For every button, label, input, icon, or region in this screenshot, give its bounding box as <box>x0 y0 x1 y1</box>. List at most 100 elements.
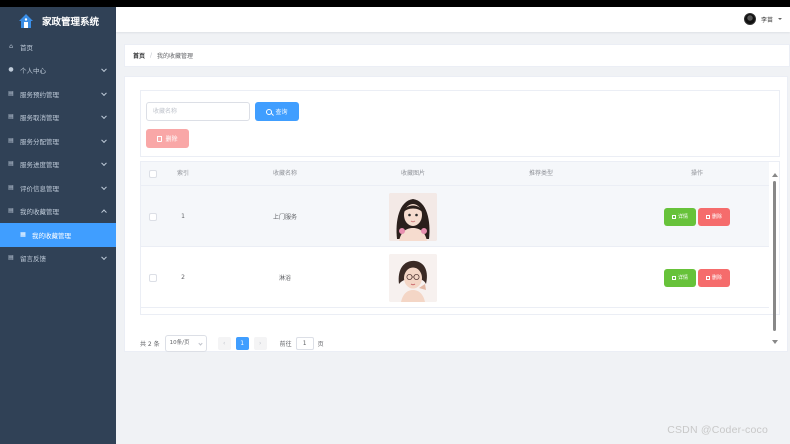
menu-icon: ▤ <box>8 183 14 191</box>
favorite-name-search-input[interactable]: 收藏名称 <box>146 102 250 121</box>
search-button[interactable]: 查询 <box>255 102 299 121</box>
table-row[interactable]: 2 淋浴 详情 删除 <box>141 247 769 308</box>
detail-button[interactable]: 详情 <box>664 207 696 226</box>
house-logo-icon <box>18 13 34 29</box>
chevron-up-icon <box>101 209 107 216</box>
scroll-up-arrow-icon[interactable] <box>772 173 778 177</box>
pagination-total: 共 2 条 <box>140 340 160 348</box>
prev-page-button[interactable]: ‹ <box>217 336 231 350</box>
column-header-image: 收藏图片 <box>400 170 425 177</box>
cell-type <box>497 247 585 308</box>
sidebar-item-service-progress[interactable]: ▤ 服务进度管理 <box>0 153 116 177</box>
search-button-label: 查询 <box>275 109 288 116</box>
document-icon: ▦ <box>20 230 26 238</box>
breadcrumb-home[interactable]: 首页 <box>133 51 145 60</box>
row-checkbox-cell[interactable] <box>145 247 161 308</box>
sidebar-subitem-my-favorites[interactable]: ▦ 我的收藏管理 <box>0 223 116 247</box>
sidebar-item-label: 服务分配管理 <box>20 137 59 146</box>
select-all-checkbox[interactable] <box>145 162 161 186</box>
sidebar-item-label: 服务取消管理 <box>20 114 59 123</box>
app-window: 家政管理系统 ⌂ 首页 ● 个人中心 ▤ 服务预约管理 ▤ 服务取消管理 ▤ 服… <box>0 7 790 444</box>
breadcrumb-current: 我的收藏管理 <box>157 53 194 60</box>
sidebar-item-service-booking[interactable]: ▤ 服务预约管理 <box>0 82 116 106</box>
cell-index: 1 <box>181 213 185 220</box>
brand: 家政管理系统 <box>0 7 116 35</box>
sidebar-item-label: 留言反馈 <box>20 255 46 264</box>
user-menu[interactable]: 李苗 <box>743 13 782 25</box>
page-jump: 前往 1 页 <box>279 336 324 350</box>
pagination: 共 2 条 10条/页 ‹ 1 › 前往 1 页 <box>140 333 324 353</box>
scroll-down-arrow-icon[interactable] <box>772 340 778 344</box>
avatar[interactable] <box>743 13 756 25</box>
checkbox[interactable] <box>149 170 157 178</box>
sidebar-item-label: 我的收藏管理 <box>20 208 59 217</box>
checkbox[interactable] <box>149 273 157 282</box>
submenu-favorites: ▦ 我的收藏管理 <box>0 223 116 247</box>
document-icon <box>671 275 676 280</box>
favorite-thumbnail <box>389 192 437 241</box>
batch-delete-label: 删除 <box>165 136 178 143</box>
username[interactable]: 李苗 <box>761 15 773 24</box>
breadcrumb-separator: / <box>150 52 153 59</box>
caret-down-icon[interactable] <box>778 18 782 20</box>
app-title: 家政管理系统 <box>42 17 100 28</box>
cell-image <box>369 186 457 247</box>
favorite-thumbnail <box>389 253 437 302</box>
table-row[interactable]: 1 上门服务 详情 删除 <box>141 186 769 247</box>
sidebar-item-label: 个人中心 <box>20 67 46 76</box>
delete-button[interactable]: 删除 <box>698 268 730 287</box>
vertical-scrollbar[interactable] <box>773 181 776 331</box>
sidebar-item-personal-center[interactable]: ● 个人中心 <box>0 59 116 83</box>
sidebar-item-feedback[interactable]: ▤ 留言反馈 <box>0 247 116 271</box>
cell-index: 2 <box>181 274 185 281</box>
next-page-button[interactable]: › <box>253 336 267 350</box>
table-header: 索引 收藏名称 收藏图片 推荐类型 操作 <box>141 162 769 186</box>
sidebar-item-label: 首页 <box>20 43 33 52</box>
column-header-actions: 操作 <box>690 170 703 177</box>
watermark: CSDN @Coder-coco <box>667 424 768 436</box>
sidebar-item-my-favorites[interactable]: ▤ 我的收藏管理 <box>0 200 116 224</box>
trash-icon <box>705 214 710 219</box>
delete-button[interactable]: 删除 <box>698 207 730 226</box>
user-icon: ● <box>8 66 14 74</box>
menu-icon: ▤ <box>8 89 14 97</box>
menu-icon: ▤ <box>8 207 14 215</box>
chevron-down-icon <box>101 66 107 73</box>
detail-label: 详情 <box>677 275 688 281</box>
sidebar-item-home[interactable]: ⌂ 首页 <box>0 35 116 59</box>
column-header-name: 收藏名称 <box>272 170 297 177</box>
row-checkbox-cell[interactable] <box>145 186 161 247</box>
page-size-select[interactable]: 10条/页 <box>164 334 207 352</box>
trash-icon <box>157 135 163 142</box>
column-header-type: 推荐类型 <box>528 170 553 177</box>
goto-page-input[interactable]: 1 <box>295 336 314 350</box>
menu-icon: ▤ <box>8 136 14 144</box>
menu-icon: ▤ <box>8 254 14 262</box>
sidebar-item-label: 服务预约管理 <box>20 90 59 99</box>
detail-button[interactable]: 详情 <box>664 268 696 287</box>
menu-icon: ▤ <box>8 113 14 121</box>
checkbox[interactable] <box>149 212 157 221</box>
sidebar-item-review[interactable]: ▤ 评价信息管理 <box>0 176 116 200</box>
menu-icon: ▤ <box>8 160 14 168</box>
batch-delete-button[interactable]: 删除 <box>146 129 189 148</box>
chevron-down-icon <box>101 113 107 120</box>
sidebar-item-service-cancel[interactable]: ▤ 服务取消管理 <box>0 106 116 130</box>
chevron-down-icon <box>101 137 107 143</box>
search-panel: 收藏名称 查询 删除 <box>140 90 780 157</box>
goto-label: 前往 <box>279 340 292 348</box>
sidebar-item-label: 服务进度管理 <box>20 161 59 170</box>
cell-type <box>497 186 585 247</box>
sidebar-item-label: 我的收藏管理 <box>32 231 71 240</box>
sidebar-item-service-assign[interactable]: ▤ 服务分配管理 <box>0 129 116 153</box>
delete-label: 删除 <box>711 214 722 220</box>
trash-icon <box>705 275 710 280</box>
chevron-down-icon <box>198 340 203 346</box>
cell-image <box>369 247 457 308</box>
chevron-down-icon <box>101 160 107 167</box>
column-header-index: 索引 <box>176 170 189 177</box>
delete-label: 删除 <box>711 275 722 281</box>
chevron-down-icon <box>101 254 107 261</box>
chevron-down-icon <box>101 90 107 96</box>
page-number-current[interactable]: 1 <box>235 336 249 350</box>
